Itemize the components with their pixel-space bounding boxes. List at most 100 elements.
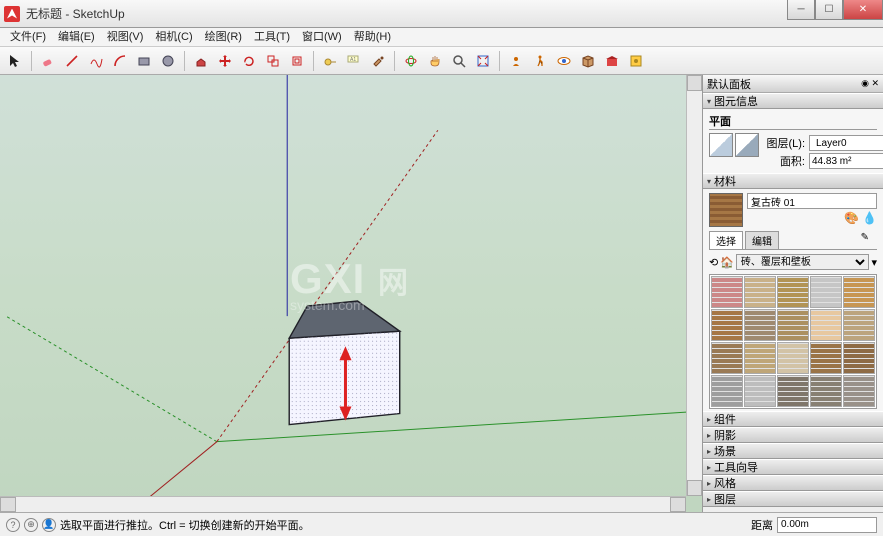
material-thumb[interactable] <box>711 276 743 308</box>
material-thumb[interactable] <box>711 309 743 341</box>
material-thumb[interactable] <box>843 375 875 407</box>
material-thumb[interactable] <box>843 342 875 374</box>
material-thumb[interactable] <box>810 309 842 341</box>
rotate-tool-icon[interactable] <box>238 50 260 72</box>
material-thumb[interactable] <box>777 342 809 374</box>
material-thumb[interactable] <box>744 276 776 308</box>
back-face-swatch[interactable] <box>735 133 759 157</box>
material-category-select[interactable]: 砖、覆层和壁板 <box>736 254 870 270</box>
category-menu-icon[interactable]: ▾ <box>871 256 877 269</box>
material-thumb[interactable] <box>843 276 875 308</box>
tab-edit[interactable]: 编辑 <box>745 231 779 249</box>
vertical-scrollbar[interactable] <box>686 75 702 496</box>
tab-select[interactable]: 选择 <box>709 231 743 249</box>
menu-tools[interactable]: 工具(T) <box>248 28 296 46</box>
material-thumb[interactable] <box>777 276 809 308</box>
material-thumb[interactable] <box>810 342 842 374</box>
material-thumb[interactable] <box>777 375 809 407</box>
zoom-tool-icon[interactable] <box>448 50 470 72</box>
material-thumb[interactable] <box>777 309 809 341</box>
status-user-icon[interactable]: 👤 <box>42 518 56 532</box>
status-help-icon[interactable]: ? <box>6 518 20 532</box>
freehand-tool-icon[interactable] <box>85 50 107 72</box>
watermark: GXI 网system.com <box>290 255 409 313</box>
zoom-extents-tool-icon[interactable] <box>472 50 494 72</box>
extension-icon[interactable] <box>625 50 647 72</box>
eraser-tool-icon[interactable] <box>37 50 59 72</box>
edit-pencil-icon[interactable]: ✎ <box>855 231 875 249</box>
distance-input[interactable] <box>777 517 877 533</box>
panel-materials[interactable]: 材料 <box>703 173 883 189</box>
area-value <box>809 153 883 169</box>
menubar: 文件(F) 编辑(E) 视图(V) 相机(C) 绘图(R) 工具(T) 窗口(W… <box>0 28 883 47</box>
tray-panel: 默认面板◉ ✕ 图元信息 平面 图层(L): Layer0 面积: <box>703 75 883 512</box>
menu-camera[interactable]: 相机(C) <box>149 28 198 46</box>
material-thumb[interactable] <box>810 276 842 308</box>
material-thumb[interactable] <box>810 375 842 407</box>
menu-view[interactable]: 视图(V) <box>101 28 150 46</box>
entity-type-label: 平面 <box>709 113 877 130</box>
current-material-name: 复古砖 01 <box>747 193 877 209</box>
select-tool-icon[interactable] <box>4 50 26 72</box>
titlebar: 无标题 - SketchUp ─ ☐ ✕ <box>0 0 883 28</box>
circle-tool-icon[interactable] <box>157 50 179 72</box>
orbit-tool-icon[interactable] <box>400 50 422 72</box>
front-face-swatch[interactable] <box>709 133 733 157</box>
viewport-3d[interactable]: GXI 网system.com <box>0 75 703 512</box>
pan-tool-icon[interactable] <box>424 50 446 72</box>
rect-tool-icon[interactable] <box>133 50 155 72</box>
minimize-button[interactable]: ─ <box>787 0 815 20</box>
layer-label: 图层(L): <box>765 135 805 151</box>
panel-scenes[interactable]: 场景 <box>703 443 883 459</box>
distance-label: 距离 <box>751 517 773 533</box>
close-button[interactable]: ✕ <box>843 0 883 20</box>
status-geo-icon[interactable]: ⊕ <box>24 518 38 532</box>
sample-material-icon[interactable]: 💧 <box>862 211 877 225</box>
pushpull-tool-icon[interactable] <box>190 50 212 72</box>
look-tool-icon[interactable] <box>553 50 575 72</box>
svg-text:A1: A1 <box>350 57 356 63</box>
warehouse-icon[interactable] <box>601 50 623 72</box>
back-icon[interactable]: ⟲ <box>709 256 718 269</box>
material-thumb[interactable] <box>744 342 776 374</box>
status-hint: 选取平面进行推拉。Ctrl = 切换创建新的开始平面。 <box>60 517 310 533</box>
material-thumb[interactable] <box>744 309 776 341</box>
menu-window[interactable]: 窗口(W) <box>296 28 348 46</box>
current-material-swatch[interactable] <box>709 193 743 227</box>
layer-select[interactable]: Layer0 <box>809 135 883 151</box>
tray-header[interactable]: 默认面板◉ ✕ <box>703 75 883 93</box>
material-thumb[interactable] <box>843 309 875 341</box>
move-tool-icon[interactable] <box>214 50 236 72</box>
panel-styles[interactable]: 风格 <box>703 475 883 491</box>
material-thumb[interactable] <box>711 342 743 374</box>
panel-layers[interactable]: 图层 <box>703 491 883 507</box>
panel-components[interactable]: 组件 <box>703 411 883 427</box>
horizontal-scrollbar[interactable] <box>0 496 686 512</box>
material-thumb[interactable] <box>744 375 776 407</box>
offset-tool-icon[interactable] <box>286 50 308 72</box>
section-tool-icon[interactable] <box>577 50 599 72</box>
paint-tool-icon[interactable] <box>367 50 389 72</box>
panel-entity-info[interactable]: 图元信息 <box>703 93 883 109</box>
material-thumb[interactable] <box>711 375 743 407</box>
panel-shadows[interactable]: 阴影 <box>703 427 883 443</box>
menu-draw[interactable]: 绘图(R) <box>199 28 248 46</box>
position-camera-icon[interactable] <box>505 50 527 72</box>
text-tool-icon[interactable]: A1 <box>343 50 365 72</box>
create-material-icon[interactable]: 🎨 <box>844 211 859 225</box>
menu-file[interactable]: 文件(F) <box>4 28 52 46</box>
window-title: 无标题 - SketchUp <box>26 5 125 22</box>
home-icon[interactable]: 🏠 <box>720 256 734 269</box>
menu-help[interactable]: 帮助(H) <box>348 28 397 46</box>
menu-edit[interactable]: 编辑(E) <box>52 28 101 46</box>
panel-instructor[interactable]: 工具向导 <box>703 459 883 475</box>
scale-tool-icon[interactable] <box>262 50 284 72</box>
maximize-button[interactable]: ☐ <box>815 0 843 20</box>
tape-tool-icon[interactable] <box>319 50 341 72</box>
walk-tool-icon[interactable] <box>529 50 551 72</box>
line-tool-icon[interactable] <box>61 50 83 72</box>
material-thumbnails <box>709 274 877 409</box>
app-icon <box>4 6 20 22</box>
arc-tool-icon[interactable] <box>109 50 131 72</box>
statusbar: ? ⊕ 👤 选取平面进行推拉。Ctrl = 切换创建新的开始平面。 距离 <box>0 512 883 536</box>
